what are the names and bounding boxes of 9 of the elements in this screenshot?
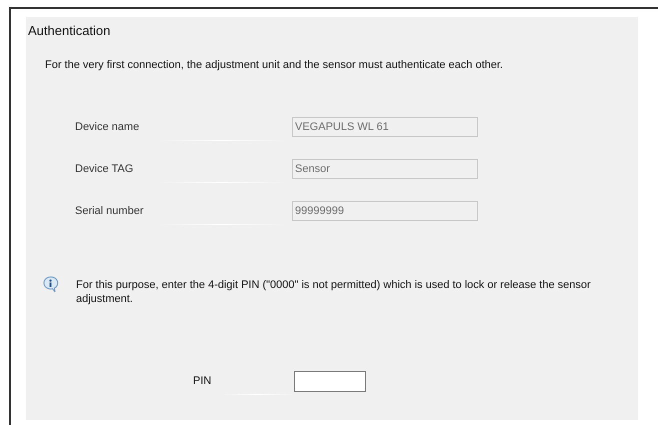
field-label: Serial number [75, 204, 144, 218]
section-title: Authentication [28, 23, 110, 39]
field-label: Device name [75, 120, 140, 134]
info-icon [42, 276, 59, 293]
info-text: For this purpose, enter the 4-digit PIN ("0000" is not permitted) which is used to lock or release the sensor adjustment. [76, 278, 592, 306]
pin-label: PIN [193, 374, 212, 390]
field-label: Device TAG [75, 162, 134, 176]
intro-text: For the very first connection, the adjustment unit and the sensor must authenticate each other. [45, 58, 503, 72]
pin-field[interactable] [294, 371, 366, 392]
